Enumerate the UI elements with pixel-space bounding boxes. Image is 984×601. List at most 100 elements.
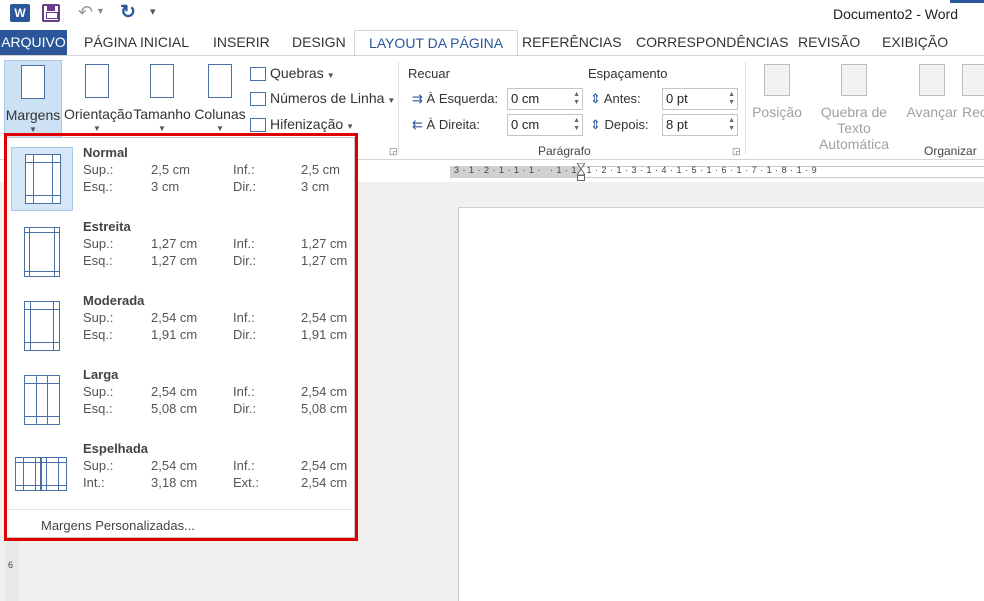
word-icon[interactable]: W	[10, 4, 30, 22]
spin-down-icon[interactable]: ▼	[573, 125, 580, 133]
option-label: Dir.:	[233, 401, 257, 416]
spin-up-icon[interactable]: ▲	[573, 91, 580, 99]
spin-up-icon[interactable]: ▲	[728, 91, 735, 99]
chevron-down-icon: ▼	[93, 124, 101, 133]
option-name: Normal	[83, 145, 128, 160]
option-value: 2,5 cm	[301, 162, 341, 177]
option-name: Estreita	[83, 219, 131, 234]
option-label: Sup.:	[83, 458, 114, 473]
tab-mailings[interactable]: CORRESPONDÊNCIAS	[636, 30, 788, 55]
position-label: Posição	[752, 104, 802, 120]
option-label: Esq.:	[83, 179, 113, 194]
spacing-after-value: 8 pt	[666, 117, 688, 132]
wrap-text-button[interactable]: Quebra de Texto Automática	[804, 64, 904, 152]
option-label: Inf.:	[233, 310, 255, 325]
horizontal-ruler[interactable]: 3 · 1 · 2 · 1 · 1 · 1 · · 1 · 1 · 1 · 2 …	[450, 163, 984, 181]
margin-option-narrow[interactable]: Estreita Sup.: 1,27 cm Inf.: 1,27 cm Esq.: 1…	[9, 217, 352, 289]
line-numbers-icon	[250, 92, 266, 107]
hyphenation-button[interactable]: Hifenização ▼	[250, 113, 354, 135]
customize-icon[interactable]: ▾	[150, 5, 156, 18]
option-label: Dir.:	[233, 253, 257, 268]
option-value: 2,54 cm	[301, 475, 348, 490]
bring-forward-icon	[919, 64, 945, 96]
indent-heading: Recuar	[408, 66, 450, 81]
spacing-before-icon: ⇕	[590, 91, 601, 106]
margin-option-moderate[interactable]: Moderada Sup.: 2,54 cm Inf.: 2,54 cm Esq.: 1…	[9, 291, 352, 363]
margin-option-wide[interactable]: Larga Sup.: 2,54 cm Inf.: 2,54 cm Esq.: 5,08…	[9, 365, 352, 437]
spin-up-icon[interactable]: ▲	[728, 117, 735, 125]
spacing-after-text: Depois:	[604, 117, 649, 132]
option-value: 2,5 cm	[151, 162, 191, 177]
breaks-button[interactable]: Quebras ▼	[250, 62, 335, 84]
spacing-before-input[interactable]: 0 pt ▲ ▼	[662, 88, 738, 110]
spin-down-icon[interactable]: ▼	[728, 125, 735, 133]
orientation-button[interactable]: Orientação ▼	[64, 60, 133, 138]
ruler-ticks: 3 · 1 · 2 · 1 · 1 · 1 · · 1 · 1 · 1 · 2 …	[454, 165, 818, 175]
bring-forward-button[interactable]: Avançar	[904, 64, 960, 120]
spacing-after-input[interactable]: 8 pt ▲ ▼	[662, 114, 738, 136]
indent-left-input[interactable]: 0 cm ▲ ▼	[507, 88, 583, 110]
paragraph-launcher-icon[interactable]: ◲	[732, 146, 741, 157]
position-button[interactable]: Posição	[752, 64, 802, 120]
hyphenation-icon	[250, 118, 266, 133]
spin-up-icon[interactable]: ▲	[573, 117, 580, 125]
option-label: Inf.:	[233, 384, 255, 399]
chevron-down-icon: ▼	[216, 124, 224, 133]
size-label: Tamanho	[133, 106, 191, 122]
undo-dropdown-icon[interactable]: ▼	[96, 6, 105, 16]
tab-references[interactable]: REFERÊNCIAS	[522, 30, 622, 55]
option-value: 1,27 cm	[301, 253, 348, 268]
margins-dropdown: Normal Sup.: 2,5 cm Inf.: 2,5 cm Esq.: 3 cm D…	[6, 137, 355, 538]
option-value: 2,54 cm	[301, 384, 348, 399]
option-value: 3 cm	[151, 179, 180, 194]
margin-option-normal[interactable]: Normal Sup.: 2,5 cm Inf.: 2,5 cm Esq.: 3 cm D…	[9, 143, 352, 215]
option-label: Ext.:	[233, 475, 260, 490]
title-accent	[950, 0, 984, 3]
orientation-label: Orientação	[64, 106, 133, 122]
tab-view[interactable]: EXIBIÇÃO	[882, 30, 948, 55]
tab-insert[interactable]: INSERIR	[213, 30, 270, 55]
chevron-down-icon: ▼	[387, 96, 396, 105]
vertical-ruler-mark: 6	[8, 560, 14, 570]
indent-right-text: À Direita:	[426, 117, 480, 132]
save-icon[interactable]	[42, 4, 60, 22]
tab-home[interactable]: PÁGINA INICIAL	[84, 30, 189, 55]
columns-button[interactable]: Colunas ▼	[194, 60, 246, 138]
indent-marker-icon[interactable]	[577, 163, 585, 181]
option-label: Sup.:	[83, 162, 114, 177]
menu-divider	[9, 509, 352, 510]
tab-design[interactable]: DESIGN	[292, 30, 346, 55]
send-backward-button[interactable]: Rec	[962, 64, 984, 120]
option-label: Int.:	[83, 475, 105, 490]
margin-wide-icon	[11, 369, 73, 433]
option-value: 1,91 cm	[301, 327, 348, 342]
margins-button[interactable]: Margens ▼	[4, 60, 62, 138]
spin-down-icon[interactable]: ▼	[728, 99, 735, 107]
option-label: Esq.:	[83, 401, 113, 416]
option-value: 5,08 cm	[151, 401, 198, 416]
document-page[interactable]	[458, 207, 984, 601]
margin-narrow-icon	[11, 221, 73, 285]
margin-option-mirrored[interactable]: Espelhada Sup.: 2,54 cm Inf.: 2,54 cm Int.:…	[9, 439, 352, 511]
option-label: Dir.:	[233, 327, 257, 342]
chevron-down-icon: ▼	[326, 71, 335, 80]
custom-margins-item[interactable]: Margens Personalizadas...	[41, 518, 195, 533]
option-label: Sup.:	[83, 310, 114, 325]
undo-icon[interactable]: ↶	[78, 2, 93, 23]
line-numbers-button[interactable]: Números de Linha ▼	[250, 87, 395, 109]
page-setup-launcher-icon[interactable]: ◲	[389, 146, 398, 157]
title-bar: W ↶ ▼ ↻ ▾ Documento2 - Word	[0, 0, 984, 30]
size-button[interactable]: Tamanho ▼	[133, 60, 191, 138]
spin-down-icon[interactable]: ▼	[573, 99, 580, 107]
tab-page-layout[interactable]: LAYOUT DA PÁGINA	[354, 30, 519, 56]
spacing-after-label: ⇕ Depois:	[590, 117, 649, 133]
send-backward-label: Rec	[962, 104, 984, 120]
indent-right-input[interactable]: 0 cm ▲ ▼	[507, 114, 583, 136]
group-divider	[745, 62, 746, 154]
tab-file[interactable]: ARQUIVO	[0, 30, 67, 55]
option-label: Esq.:	[83, 253, 113, 268]
redo-icon[interactable]: ↻	[120, 1, 136, 24]
tab-review[interactable]: REVISÃO	[798, 30, 860, 55]
indent-left-label: ⇉ À Esquerda:	[412, 91, 498, 107]
option-label: Sup.:	[83, 236, 114, 251]
